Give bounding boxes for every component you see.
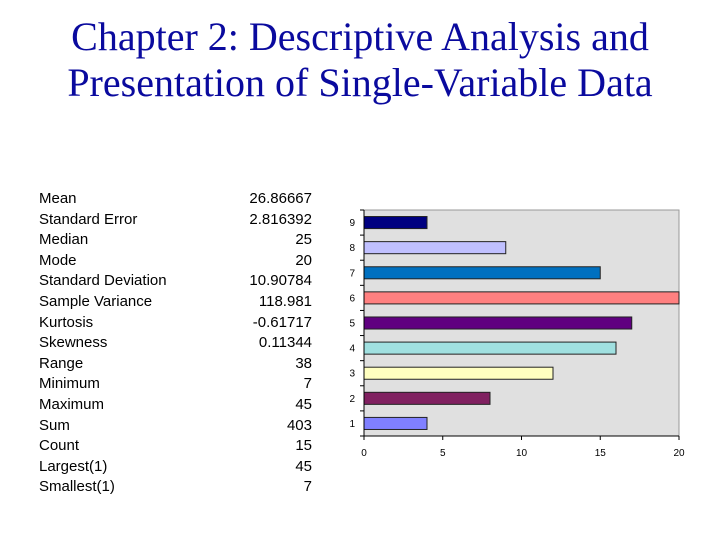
stat-value: -0.61717 <box>252 313 312 331</box>
bar-6 <box>363 291 680 305</box>
stat-row: Median 25 <box>39 230 312 251</box>
stat-value: 0.11344 <box>258 334 312 352</box>
stat-value: 2.816392 <box>249 210 312 228</box>
stat-label: Mode <box>39 251 77 269</box>
stat-value: 45 <box>295 457 312 475</box>
x-tick-label: 10 <box>516 448 528 459</box>
stat-value: 45 <box>295 395 312 413</box>
y-tick-label: 1 <box>349 419 355 430</box>
bar-3 <box>363 366 554 380</box>
bar-5 <box>363 316 633 330</box>
bar-chart: 1 2 3 4 5 6 7 8 9 0 5 10 15 20 <box>349 209 685 459</box>
descriptive-stats-table: Mean 26.86667 Standard Error 2.816392 Median… <box>39 189 312 498</box>
stat-row: Standard Deviation 10.90784 <box>39 271 312 292</box>
stat-row: Count 15 <box>39 436 312 457</box>
stat-label: Sample Variance <box>39 292 153 310</box>
y-tick-label: 4 <box>349 344 355 355</box>
x-tick-label: 5 <box>440 448 446 459</box>
stat-row: Mode 20 <box>39 251 312 272</box>
stat-row: Maximum 45 <box>39 395 312 416</box>
stat-label: Mean <box>39 190 77 207</box>
stat-row: Standard Error 2.816392 <box>39 210 312 231</box>
stat-label: Smallest(1) <box>39 478 115 496</box>
stat-row: Sample Variance 118.981 <box>39 292 312 313</box>
stat-label: Count <box>39 437 80 455</box>
stat-value: 7 <box>303 478 312 496</box>
stat-value: 7 <box>303 375 312 393</box>
y-tick-label: 3 <box>349 369 355 380</box>
y-tick-label: 6 <box>349 293 355 304</box>
y-tick-label: 7 <box>349 268 355 279</box>
stat-value: 15 <box>295 437 312 455</box>
stat-row: Range 38 <box>39 354 312 375</box>
bar-8 <box>363 241 507 255</box>
bar-9 <box>363 216 428 230</box>
bar-1 <box>363 416 428 430</box>
x-tick-label: 0 <box>361 448 367 459</box>
x-tick-label: 20 <box>673 448 685 459</box>
stat-label: Median <box>39 231 89 249</box>
stat-row: Smallest(1) 7 <box>39 477 312 498</box>
stat-label: Sum <box>39 416 70 434</box>
y-tick-label: 2 <box>349 394 355 405</box>
stat-label: Standard Error <box>39 210 138 228</box>
stat-row: Largest(1) 45 <box>39 457 312 478</box>
stat-row: Mean 26.86667 <box>39 189 312 210</box>
stat-value: 38 <box>295 354 312 372</box>
stat-label: Minimum <box>39 375 100 393</box>
y-tick-label: 9 <box>349 218 355 229</box>
stat-value: 20 <box>295 251 312 269</box>
y-tick-label: 5 <box>349 319 355 330</box>
stat-label: Range <box>39 354 84 372</box>
stat-value: 118.981 <box>258 292 312 310</box>
stat-label: Maximum <box>39 395 105 413</box>
y-tick-label: 8 <box>349 243 355 254</box>
stat-label: Kurtosis <box>39 313 94 331</box>
stat-value: 403 <box>286 416 312 434</box>
bar-7 <box>363 266 601 280</box>
x-tick-label: 15 <box>595 448 607 459</box>
stat-label: Standard Deviation <box>39 272 167 290</box>
stat-row: Kurtosis -0.61717 <box>39 313 312 334</box>
slide-title: Chapter 2: Descriptive Analysis and Pres… <box>67 14 653 105</box>
stat-label: Skewness <box>39 334 108 352</box>
stat-value: 26.86667 <box>249 190 312 207</box>
stat-row: Sum 403 <box>39 416 312 437</box>
bar-4 <box>363 341 617 355</box>
stat-label: Largest(1) <box>39 457 108 475</box>
stat-row: Minimum 7 <box>39 374 312 395</box>
stat-value: 10.90784 <box>249 272 312 290</box>
bar-2 <box>363 391 491 405</box>
stat-row: Skewness 0.11344 <box>39 333 312 354</box>
stat-value: 25 <box>295 231 312 249</box>
